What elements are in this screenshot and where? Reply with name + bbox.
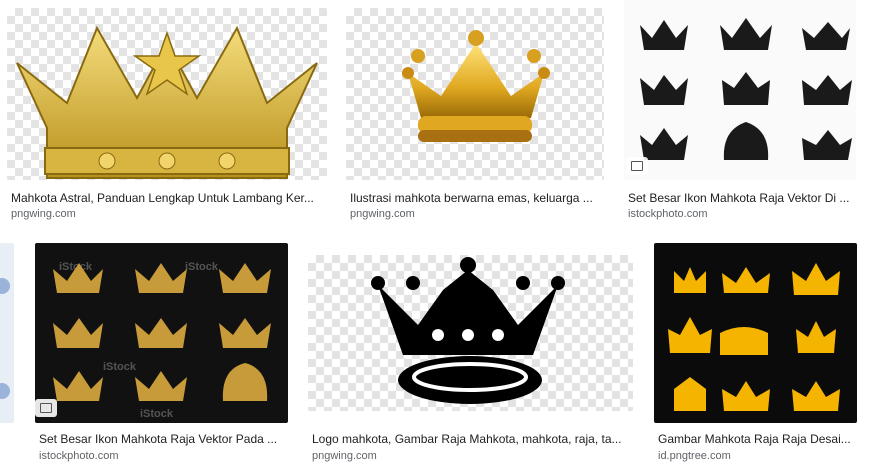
result-thumbnail[interactable] — [346, 8, 604, 180]
result-title[interactable]: Set Besar Ikon Mahkota Raja Vektor Pada … — [39, 432, 284, 446]
result-card[interactable]: Mahkota Astral, Panduan Lengkap Untuk La… — [7, 0, 327, 225]
result-title[interactable]: Logo mahkota, Gambar Raja Mahkota, mahko… — [312, 432, 629, 446]
black-crown-logo-image — [371, 257, 565, 404]
result-title[interactable]: Gambar Mahkota Raja Raja Desai... — [658, 432, 855, 446]
result-source[interactable]: pngwing.com — [11, 208, 76, 220]
result-thumbnail[interactable] — [7, 8, 327, 180]
gold-crown-image — [402, 30, 550, 142]
result-card[interactable]: Logo mahkota, Gambar Raja Mahkota, mahko… — [308, 243, 633, 467]
result-source[interactable]: istockphoto.com — [628, 208, 707, 220]
result-card[interactable]: Set Besar Ikon Mahkota Raja Vektor Di ..… — [624, 0, 856, 225]
partial-result-card[interactable] — [0, 243, 14, 423]
crown-icons-grid-image — [640, 18, 852, 160]
result-title[interactable]: Mahkota Astral, Panduan Lengkap Untuk La… — [11, 191, 323, 205]
winged-crown-image — [16, 25, 318, 179]
partial-thumbnail — [0, 243, 14, 423]
gold-crown-icons-image — [53, 263, 271, 401]
image-badge-icon — [626, 157, 648, 175]
result-card[interactable]: Gambar Mahkota Raja Raja Desai... id.png… — [654, 243, 857, 467]
result-thumbnail[interactable]: iStock iStock iStock iStock — [35, 243, 288, 423]
result-thumbnail[interactable] — [308, 255, 633, 411]
result-card[interactable]: Ilustrasi mahkota berwarna emas, keluarg… — [346, 0, 604, 225]
result-title[interactable]: Set Besar Ikon Mahkota Raja Vektor Di ..… — [628, 191, 854, 205]
image-badge-icon — [35, 399, 57, 417]
result-card[interactable]: iStock iStock iStock iStock Set Besar Ik… — [35, 243, 288, 467]
result-title[interactable]: Ilustrasi mahkota berwarna emas, keluarg… — [350, 191, 602, 205]
result-source[interactable]: pngwing.com — [350, 208, 415, 220]
result-source[interactable]: pngwing.com — [312, 450, 377, 462]
yellow-crown-icons-image — [668, 263, 840, 411]
result-thumbnail[interactable] — [654, 243, 857, 423]
result-thumbnail[interactable] — [624, 0, 856, 180]
result-source[interactable]: id.pngtree.com — [658, 450, 731, 462]
result-source[interactable]: istockphoto.com — [39, 450, 118, 462]
